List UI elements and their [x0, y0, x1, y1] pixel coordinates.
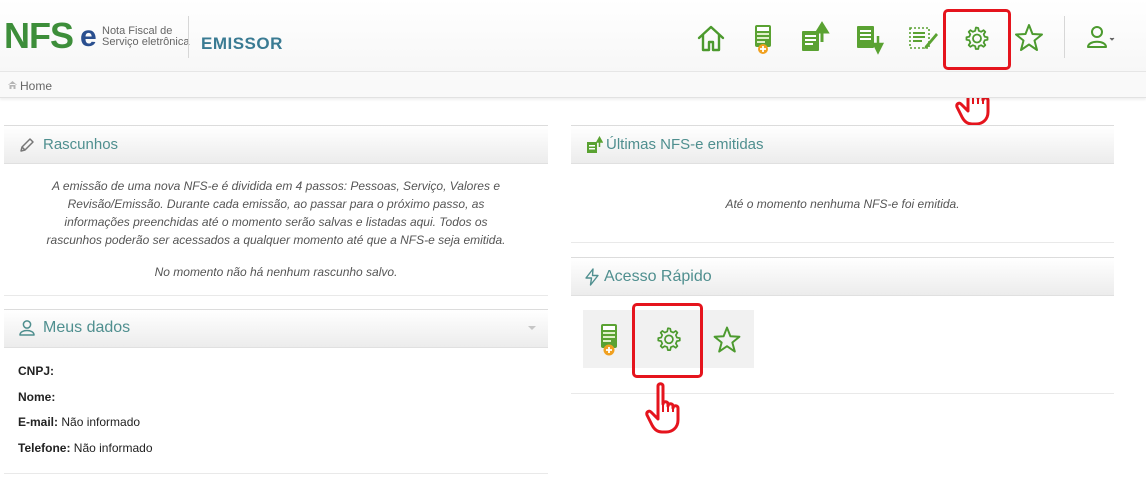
meus-dados-header[interactable]: Meus dados — [4, 310, 548, 348]
logo-subtitle: Nota Fiscal de Serviço eletrônica — [102, 26, 202, 48]
breadcrumb-home-icon — [8, 81, 17, 89]
ultimas-empty-message: Até o momento nenhuma NFS-e foi emitida. — [725, 197, 960, 211]
issued-icon[interactable] — [796, 20, 832, 56]
rascunhos-desc-line-2: Revisão/Emissão. Durante cada emissão, a… — [67, 197, 485, 211]
nfse-new-icon — [601, 324, 617, 356]
nome-label: Nome: — [18, 390, 56, 404]
rascunhos-empty-message: No momento não há nenhum rascunho salvo. — [154, 265, 398, 279]
header-divider — [1064, 16, 1065, 58]
meus-dados-panel: Meus dados CNPJ: Nome: E-mail: Não infor… — [4, 309, 548, 474]
logo-e-text: e — [80, 20, 97, 53]
user-profile-icon — [18, 319, 36, 337]
acesso-rapido-header[interactable]: Acesso Rápido — [571, 258, 1114, 296]
nome-row: Nome: — [18, 390, 55, 404]
acesso-rapido-title: Acesso Rápido — [604, 268, 712, 285]
rascunhos-title: Rascunhos — [43, 136, 119, 153]
email-label: E-mail: — [18, 415, 59, 429]
gear-highlight-box — [943, 9, 1011, 70]
issued-doc-icon — [585, 135, 604, 154]
cnpj-row: CNPJ: — [18, 364, 54, 378]
quick-gear-highlight-box — [632, 303, 703, 378]
rascunhos-desc-line-3: informações preenchidas até o momento se… — [64, 215, 488, 229]
pointer-hand-icon — [645, 382, 680, 434]
logo-divider — [188, 16, 189, 58]
ultimas-title: Últimas NFS-e emitidas — [606, 136, 764, 153]
email-row: E-mail: Não informado — [18, 415, 140, 429]
star-icon — [713, 326, 741, 353]
edit-doc-icon[interactable] — [903, 20, 939, 56]
breadcrumb-home-link[interactable]: Home — [20, 79, 52, 93]
user-icon[interactable] — [1082, 20, 1118, 56]
telefone-row: Telefone: Não informado — [18, 441, 153, 455]
pencil-icon — [18, 136, 36, 154]
telefone-label: Telefone: — [18, 441, 71, 455]
home-icon[interactable] — [693, 20, 729, 56]
collapse-caret-icon[interactable] — [528, 326, 536, 330]
rascunhos-header[interactable]: Rascunhos — [4, 126, 548, 164]
logo-line-2: Serviço eletrônica — [102, 36, 190, 48]
cnpj-label: CNPJ: — [18, 364, 55, 378]
meus-dados-title: Meus dados — [43, 319, 131, 336]
rascunhos-description: A emissão de uma nova NFS-e é dividida e… — [4, 177, 548, 249]
telefone-value: Não informado — [73, 441, 153, 455]
rascunhos-desc-line-4: rascunhos poderão ser acessados a qualqu… — [46, 233, 506, 247]
email-value: Não informado — [61, 415, 141, 429]
download-doc-icon[interactable] — [850, 20, 886, 56]
ultimas-nfse-panel: Últimas NFS-e emitidas Até o momento nen… — [571, 125, 1114, 243]
breadcrumb — [0, 72, 1146, 98]
lightning-icon — [583, 268, 601, 286]
logo-nfs-text: NFS — [4, 15, 74, 56]
nfse-new-icon[interactable] — [745, 20, 781, 56]
quick-star-button[interactable] — [702, 310, 754, 368]
app-title: EMISSOR — [201, 34, 283, 53]
quick-nfse-new-button[interactable] — [583, 310, 635, 368]
rascunhos-panel: Rascunhos A emissão de uma nova NFS-e é … — [4, 125, 548, 296]
ultimas-header[interactable]: Últimas NFS-e emitidas — [571, 126, 1114, 164]
star-icon[interactable] — [1011, 20, 1047, 56]
rascunhos-desc-line-1: A emissão de uma nova NFS-e é dividida e… — [52, 179, 500, 193]
